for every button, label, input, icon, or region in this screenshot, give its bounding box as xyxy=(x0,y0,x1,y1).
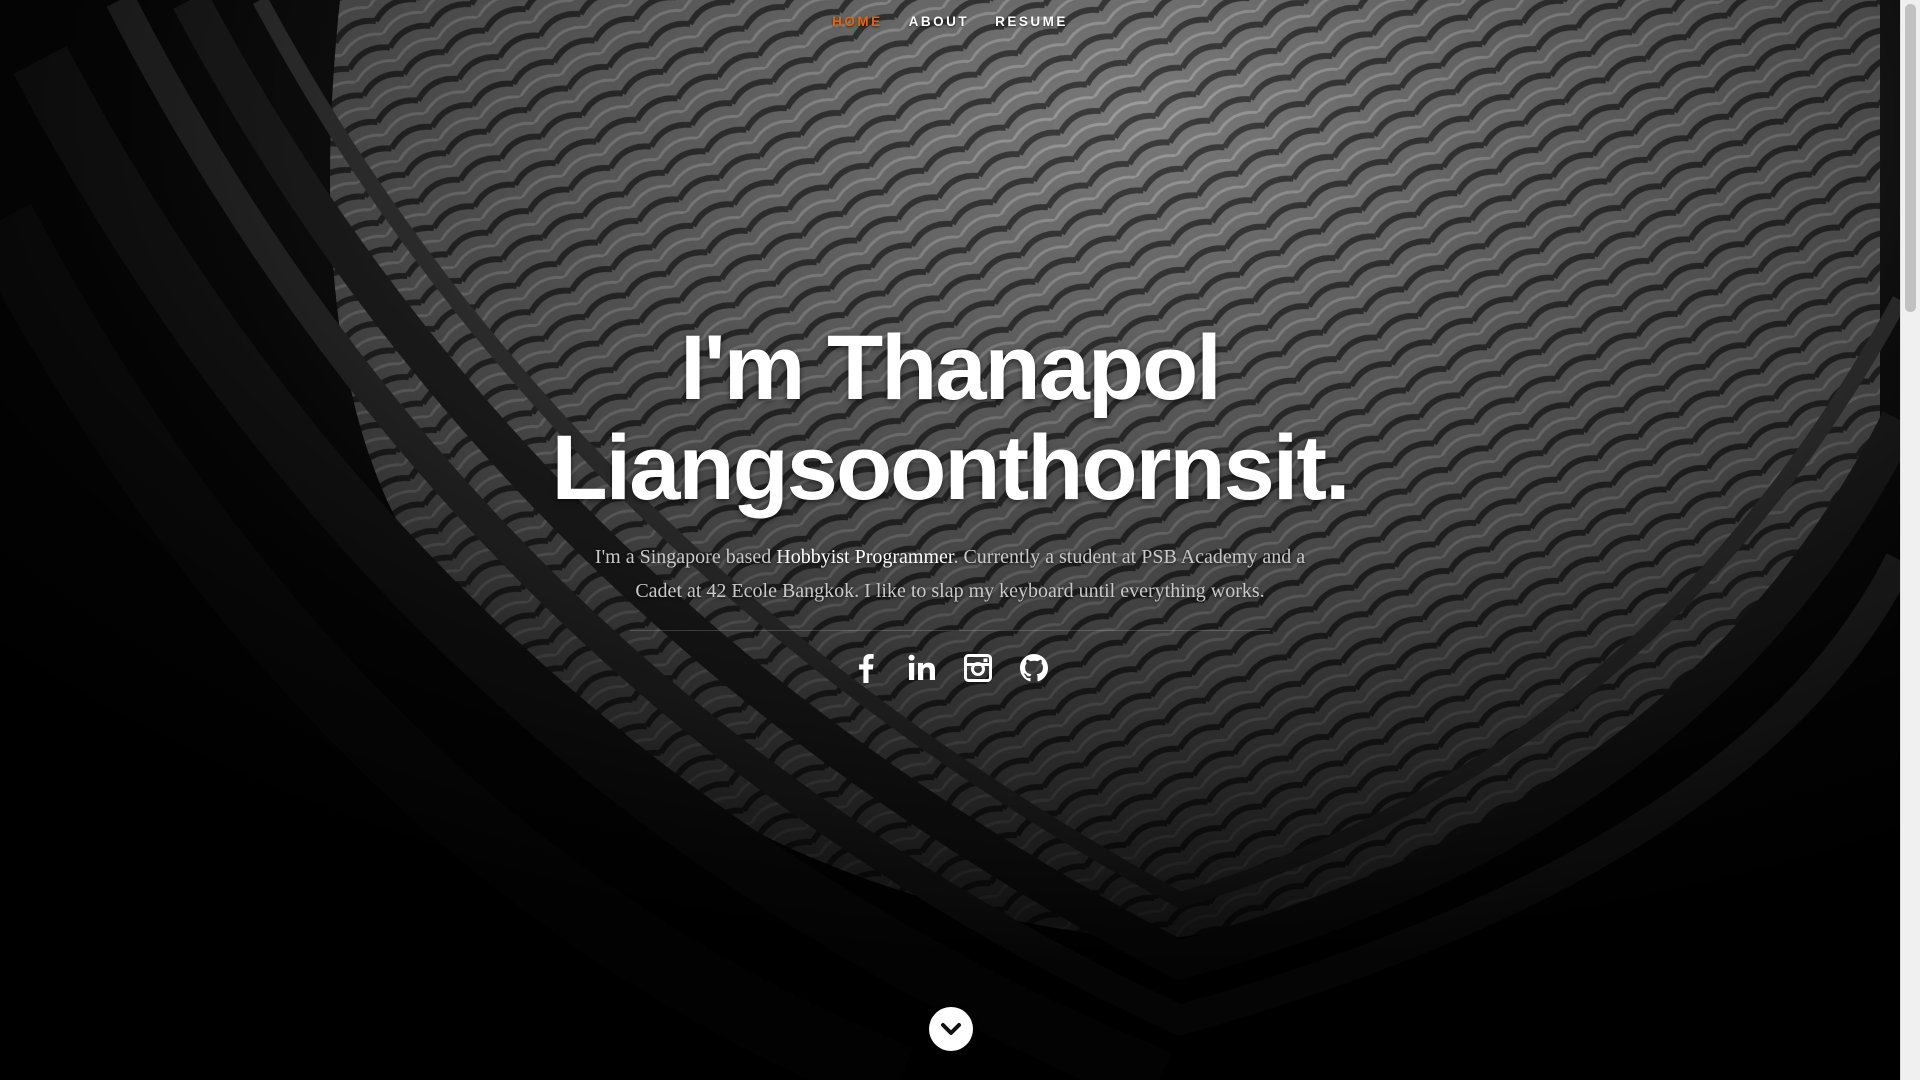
nav-link-home[interactable]: HOME xyxy=(832,14,883,29)
social-links xyxy=(0,651,1900,685)
facebook-link[interactable] xyxy=(851,651,881,685)
page-scrollbar[interactable] xyxy=(1900,0,1920,1080)
linkedin-icon xyxy=(908,654,935,680)
instagram-link[interactable] xyxy=(963,651,993,685)
intro-text-before: I'm a Singapore based xyxy=(594,546,777,568)
github-link[interactable] xyxy=(1019,651,1049,685)
nav-link-resume[interactable]: RESUME xyxy=(995,14,1068,29)
scrollbar-thumb[interactable] xyxy=(1905,4,1916,312)
nav-item-resume: RESUME xyxy=(995,14,1068,29)
hero-divider xyxy=(630,630,1270,631)
facebook-icon xyxy=(859,654,874,683)
scroll-down-button[interactable] xyxy=(929,1007,973,1051)
hero-headline: I'm Thanapol Liangsoonthornsit. xyxy=(551,317,1350,519)
top-nav: HOME ABOUT RESUME xyxy=(0,14,1900,29)
nav-list: HOME ABOUT RESUME xyxy=(832,14,1068,29)
nav-link-about[interactable]: ABOUT xyxy=(909,14,970,29)
hero-intro: I'm a Singapore based Hobbyist Programme… xyxy=(590,540,1310,608)
chevron-down-icon xyxy=(941,1023,961,1035)
linkedin-link[interactable] xyxy=(907,651,937,685)
page: HOME ABOUT RESUME I'm Thanapol Liangsoon… xyxy=(0,0,1920,1080)
instagram-icon xyxy=(964,654,992,682)
intro-highlight: Hobbyist Programmer xyxy=(776,546,954,568)
nav-item-about: ABOUT xyxy=(909,14,970,29)
github-icon xyxy=(1020,654,1048,682)
hero-banner: I'm Thanapol Liangsoonthornsit. I'm a Si… xyxy=(0,318,1900,685)
nav-item-home: HOME xyxy=(832,14,883,29)
